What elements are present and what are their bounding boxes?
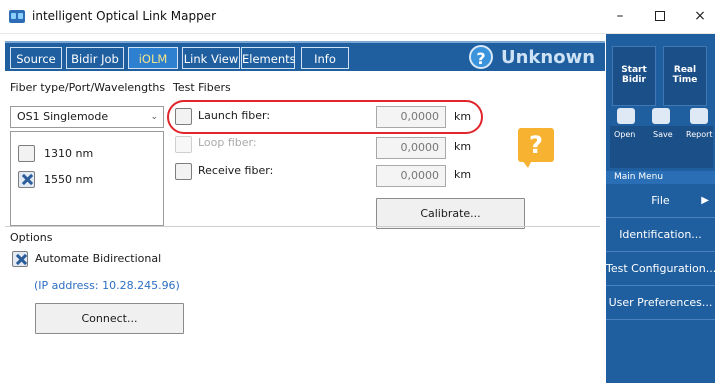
- close-button[interactable]: ×: [682, 5, 715, 27]
- tab-link-view[interactable]: Link View: [182, 47, 240, 69]
- warning-mark: ?: [529, 131, 543, 159]
- open-label: Open: [614, 130, 636, 139]
- menu-file[interactable]: File ▶: [606, 184, 715, 218]
- wavelength-1310-checkbox[interactable]: [18, 145, 35, 162]
- loop-fiber-checkbox[interactable]: [175, 136, 192, 153]
- loop-fiber-label: Loop fiber:: [198, 136, 257, 149]
- open-icon[interactable]: [617, 108, 635, 124]
- options-title: Options: [10, 231, 53, 244]
- fiber-type-value: OS1 Singlemode: [17, 110, 109, 123]
- main-menu-header: Main Menu: [606, 171, 715, 184]
- maximize-icon: [655, 11, 665, 21]
- menu-test-configuration[interactable]: Test Configuration...: [606, 252, 715, 286]
- fiber-type-select[interactable]: OS1 Singlemode ⌄: [10, 106, 164, 128]
- start-bidir-button[interactable]: Start Bidir: [612, 46, 656, 106]
- loop-fiber-unit: km: [454, 140, 472, 153]
- status-indicator[interactable]: ? Unknown: [469, 45, 595, 69]
- wavelength-1550-label: 1550 nm: [44, 173, 94, 186]
- calibrate-button[interactable]: Calibrate...: [376, 198, 525, 229]
- minimize-button[interactable]: –: [602, 5, 638, 27]
- tab-elements[interactable]: Elements: [241, 47, 296, 69]
- receive-fiber-input[interactable]: 0,0000: [376, 165, 446, 187]
- tab-info[interactable]: Info: [301, 47, 349, 69]
- ip-address-text: (IP address: 10.28.245.96): [34, 279, 180, 292]
- wavelength-1310-label: 1310 nm: [44, 147, 94, 160]
- chevron-down-icon: ⌄: [150, 112, 158, 122]
- receive-fiber-unit: km: [454, 168, 472, 181]
- status-text: Unknown: [501, 46, 596, 68]
- save-label: Save: [653, 130, 673, 139]
- loop-fiber-input[interactable]: 0,0000: [376, 137, 446, 159]
- real-time-button[interactable]: Real Time: [663, 46, 707, 106]
- window-title: intelligent Optical Link Mapper: [32, 9, 217, 23]
- app-icon: [9, 10, 25, 23]
- tab-bar: Source Bidir Job iOLM Link View Elements…: [5, 41, 605, 71]
- auto-bidir-checkbox[interactable]: [12, 251, 28, 267]
- save-icon[interactable]: [652, 108, 670, 124]
- help-icon: ?: [469, 45, 493, 69]
- options-divider: [5, 226, 600, 227]
- wavelength-list: 1310 nm 1550 nm: [10, 131, 164, 226]
- launch-fiber-highlight: [167, 100, 483, 134]
- menu-user-preferences[interactable]: User Preferences...: [606, 286, 715, 320]
- tab-source[interactable]: Source: [10, 47, 62, 69]
- menu-file-label: File: [651, 194, 670, 207]
- title-bar: intelligent Optical Link Mapper – ×: [0, 0, 715, 34]
- menu-identification[interactable]: Identification...: [606, 218, 715, 252]
- receive-fiber-checkbox[interactable]: [175, 163, 192, 180]
- receive-fiber-label: Receive fiber:: [198, 164, 274, 177]
- report-icon[interactable]: [690, 108, 708, 124]
- warning-icon: ?: [518, 128, 554, 168]
- wavelength-1550-checkbox[interactable]: [18, 171, 35, 188]
- connect-button[interactable]: Connect...: [35, 303, 184, 334]
- maximize-button[interactable]: [642, 5, 678, 27]
- fiber-type-label: Fiber type/Port/Wavelengths: [10, 81, 166, 94]
- report-label: Report: [686, 130, 713, 139]
- tab-bidir-job[interactable]: Bidir Job: [66, 47, 124, 69]
- auto-bidir-label: Automate Bidirectional: [35, 252, 162, 265]
- arrow-right-icon: ▶: [701, 195, 709, 206]
- test-fibers-title: Test Fibers: [173, 81, 231, 94]
- tab-iolm[interactable]: iOLM: [128, 47, 178, 69]
